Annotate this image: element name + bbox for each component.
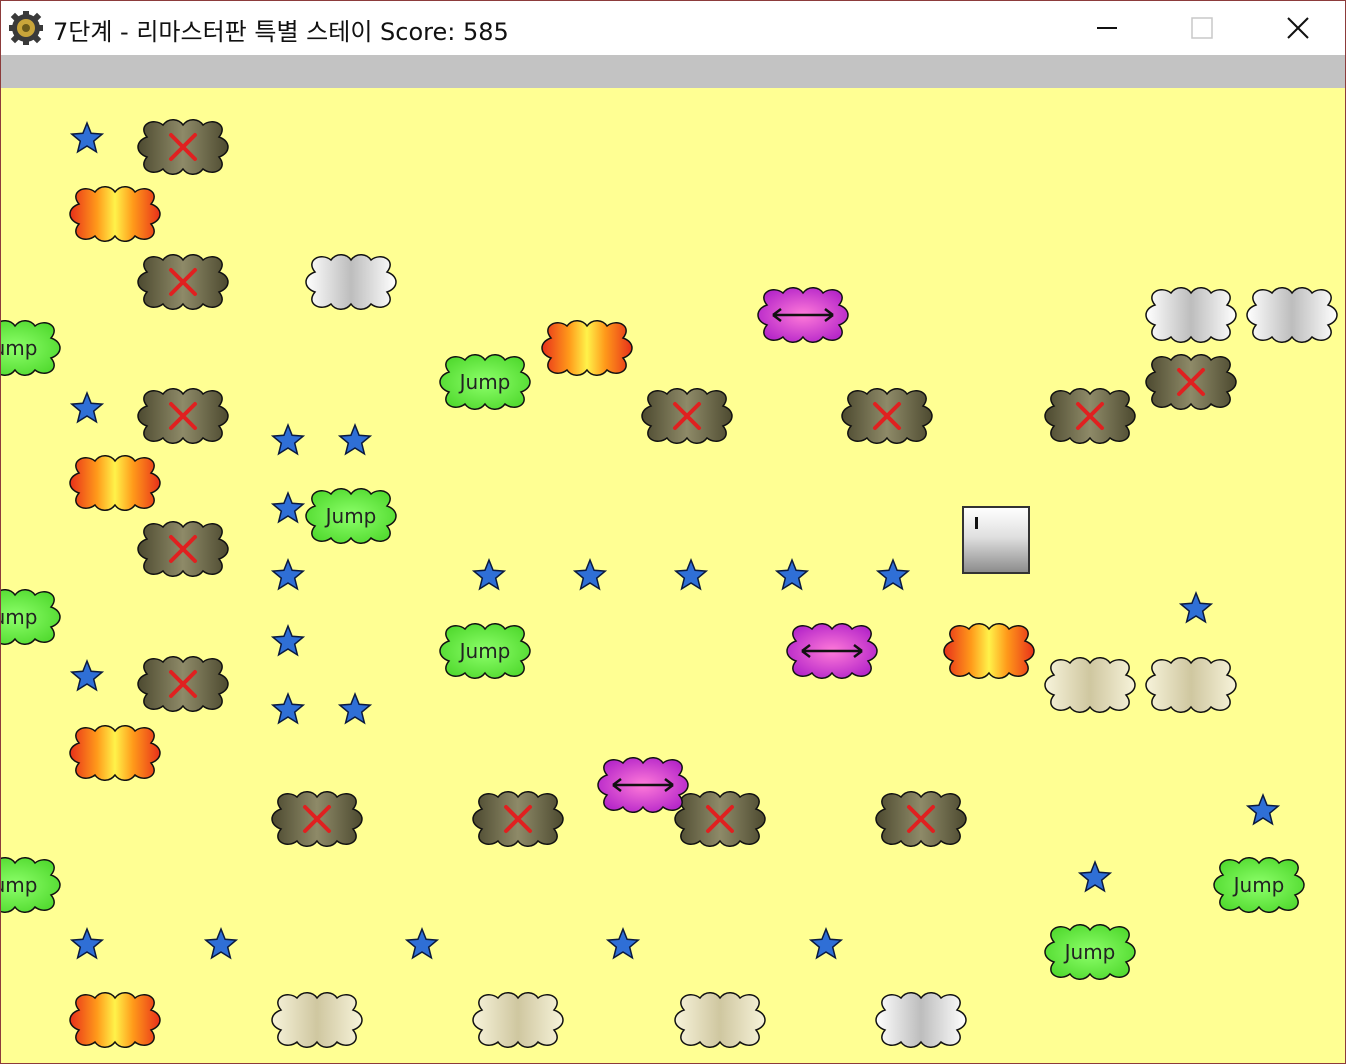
game-playfield[interactable]: ump Jump Jump ump Jump ump Jump Jump [1,88,1345,1063]
window-title: 7단계 - 리마스터판 특별 스테이 Score: 585 [53,18,509,46]
x-cloud-hazard [875,790,967,848]
jump-cloud: Jump [1213,856,1305,914]
star-icon [774,557,810,591]
star-icon [203,926,239,960]
close-icon [1287,17,1309,39]
x-cloud-hazard [1044,387,1136,445]
jump-cloud: Jump [439,622,531,680]
jump-label: Jump [1232,873,1285,897]
star-icon [808,926,844,960]
star-icon [270,623,306,657]
fading-cloud [1044,656,1136,714]
star-icon [572,557,608,591]
fire-cloud [69,454,161,512]
jump-cloud: Jump [439,353,531,411]
jump-cloud: ump [1,588,61,646]
white-cloud [1246,286,1338,344]
x-cloud-hazard [137,520,229,578]
moving-cloud [757,286,849,344]
star-icon [471,557,507,591]
jump-label: ump [1,873,37,897]
star-icon [404,926,440,960]
jump-cloud: ump [1,856,61,914]
jump-cloud: Jump [305,487,397,545]
star-icon [270,490,306,524]
star-icon [270,691,306,725]
x-cloud-hazard [1145,353,1237,411]
jump-label: ump [1,605,37,629]
star-icon [1245,792,1281,826]
minimize-icon [1097,27,1117,29]
jump-cloud: ump [1,319,61,377]
star-icon [605,926,641,960]
star-icon [69,120,105,154]
white-cloud [1145,286,1237,344]
x-cloud-hazard [841,387,933,445]
star-icon [673,557,709,591]
game-sprites: ump Jump Jump ump Jump ump Jump Jump [1,118,1338,1049]
title-bar[interactable]: 7단계 - 리마스터판 특별 스테이 Score: 585 [1,1,1345,55]
jump-cloud: Jump [1044,923,1136,981]
white-cloud [305,253,397,311]
star-icon [337,422,373,456]
fire-cloud [69,991,161,1049]
fading-cloud [674,991,766,1049]
game-window: 7단계 - 리마스터판 특별 스테이 Score: 585 mp Jump Ju… [0,0,1346,1064]
gear-icon [9,11,43,45]
x-cloud-hazard [472,790,564,848]
white-cloud [875,991,967,1049]
fire-cloud [541,319,633,377]
star-icon [69,390,105,424]
jump-label: Jump [458,370,511,394]
fading-cloud [1145,656,1237,714]
x-cloud-hazard [137,387,229,445]
star-icon [270,422,306,456]
moving-cloud [597,756,689,814]
moving-cloud [786,622,878,680]
player-marker [975,517,978,529]
jump-label: Jump [324,504,377,528]
x-cloud-hazard [137,118,229,176]
maximize-button[interactable] [1156,1,1248,55]
x-cloud-hazard [137,253,229,311]
fire-cloud [69,185,161,243]
jump-label: Jump [1063,940,1116,964]
maximize-icon [1191,17,1213,39]
game-canvas[interactable]: ump Jump Jump ump Jump ump Jump Jump [1,88,1345,1063]
star-icon [875,557,911,591]
x-cloud-hazard [641,387,733,445]
fading-cloud [271,991,363,1049]
fire-cloud [69,724,161,782]
minimize-button[interactable] [1061,1,1153,55]
star-icon [69,658,105,692]
jump-label: Jump [458,639,511,663]
star-icon [270,557,306,591]
player-block [962,506,1030,574]
star-icon [69,926,105,960]
fading-cloud [472,991,564,1049]
menu-bar [1,55,1345,88]
close-button[interactable] [1252,1,1344,55]
fire-cloud [943,622,1035,680]
jump-label: ump [1,336,37,360]
star-icon [337,691,373,725]
star-icon [1077,859,1113,893]
star-icon [1178,590,1214,624]
x-cloud-hazard [271,790,363,848]
x-cloud-hazard [137,655,229,713]
x-cloud-hazard [674,790,766,848]
